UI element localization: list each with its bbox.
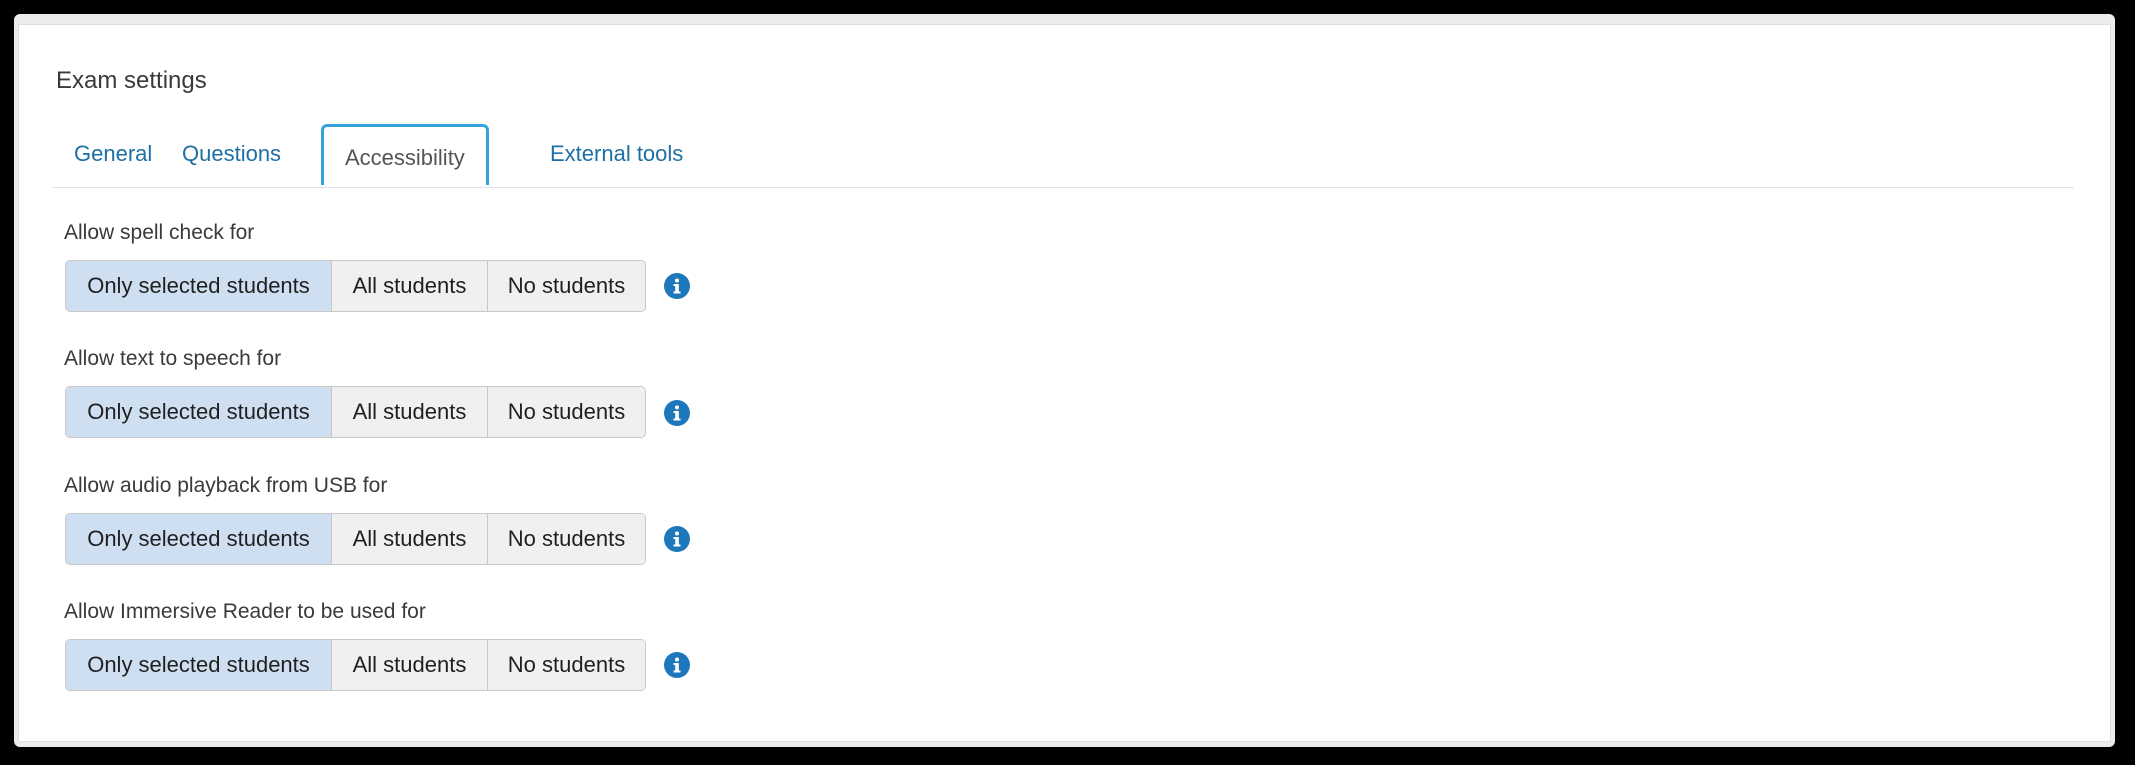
tab-general[interactable]: General xyxy=(52,120,174,187)
spell-check-options: Only selected students All students No s… xyxy=(65,260,646,312)
info-icon[interactable] xyxy=(664,652,690,678)
immersive-reader-label: Allow Immersive Reader to be used for xyxy=(64,600,426,623)
tab-questions[interactable]: Questions xyxy=(160,120,303,187)
text-to-speech-label: Allow text to speech for xyxy=(64,347,282,370)
settings-panel: Exam settings General Questions Accessib… xyxy=(18,24,2111,742)
text-to-speech-only-selected-button[interactable]: Only selected students xyxy=(66,387,331,437)
text-to-speech-all-students-button[interactable]: All students xyxy=(331,387,487,437)
spell-check-no-students-button[interactable]: No students xyxy=(487,261,645,311)
text-to-speech-no-students-button[interactable]: No students xyxy=(487,387,645,437)
immersive-reader-no-students-button[interactable]: No students xyxy=(487,640,645,690)
text-to-speech-options: Only selected students All students No s… xyxy=(65,386,646,438)
immersive-reader-all-students-button[interactable]: All students xyxy=(331,640,487,690)
spell-check-label: Allow spell check for xyxy=(64,221,255,244)
audio-playback-no-students-button[interactable]: No students xyxy=(487,514,645,564)
window-frame: Exam settings General Questions Accessib… xyxy=(14,14,2115,747)
spell-check-all-students-button[interactable]: All students xyxy=(331,261,487,311)
tab-bar: General Questions Accessibility External… xyxy=(52,120,2074,188)
tab-accessibility[interactable]: Accessibility xyxy=(321,124,489,187)
spell-check-only-selected-button[interactable]: Only selected students xyxy=(66,261,331,311)
audio-playback-label: Allow audio playback from USB for xyxy=(64,474,388,497)
page-title: Exam settings xyxy=(56,67,207,94)
immersive-reader-only-selected-button[interactable]: Only selected students xyxy=(66,640,331,690)
info-icon[interactable] xyxy=(664,273,690,299)
info-icon[interactable] xyxy=(664,400,690,426)
immersive-reader-options: Only selected students All students No s… xyxy=(65,639,646,691)
audio-playback-only-selected-button[interactable]: Only selected students xyxy=(66,514,331,564)
tab-external-tools[interactable]: External tools xyxy=(528,120,705,187)
audio-playback-options: Only selected students All students No s… xyxy=(65,513,646,565)
info-icon[interactable] xyxy=(664,526,690,552)
audio-playback-all-students-button[interactable]: All students xyxy=(331,514,487,564)
